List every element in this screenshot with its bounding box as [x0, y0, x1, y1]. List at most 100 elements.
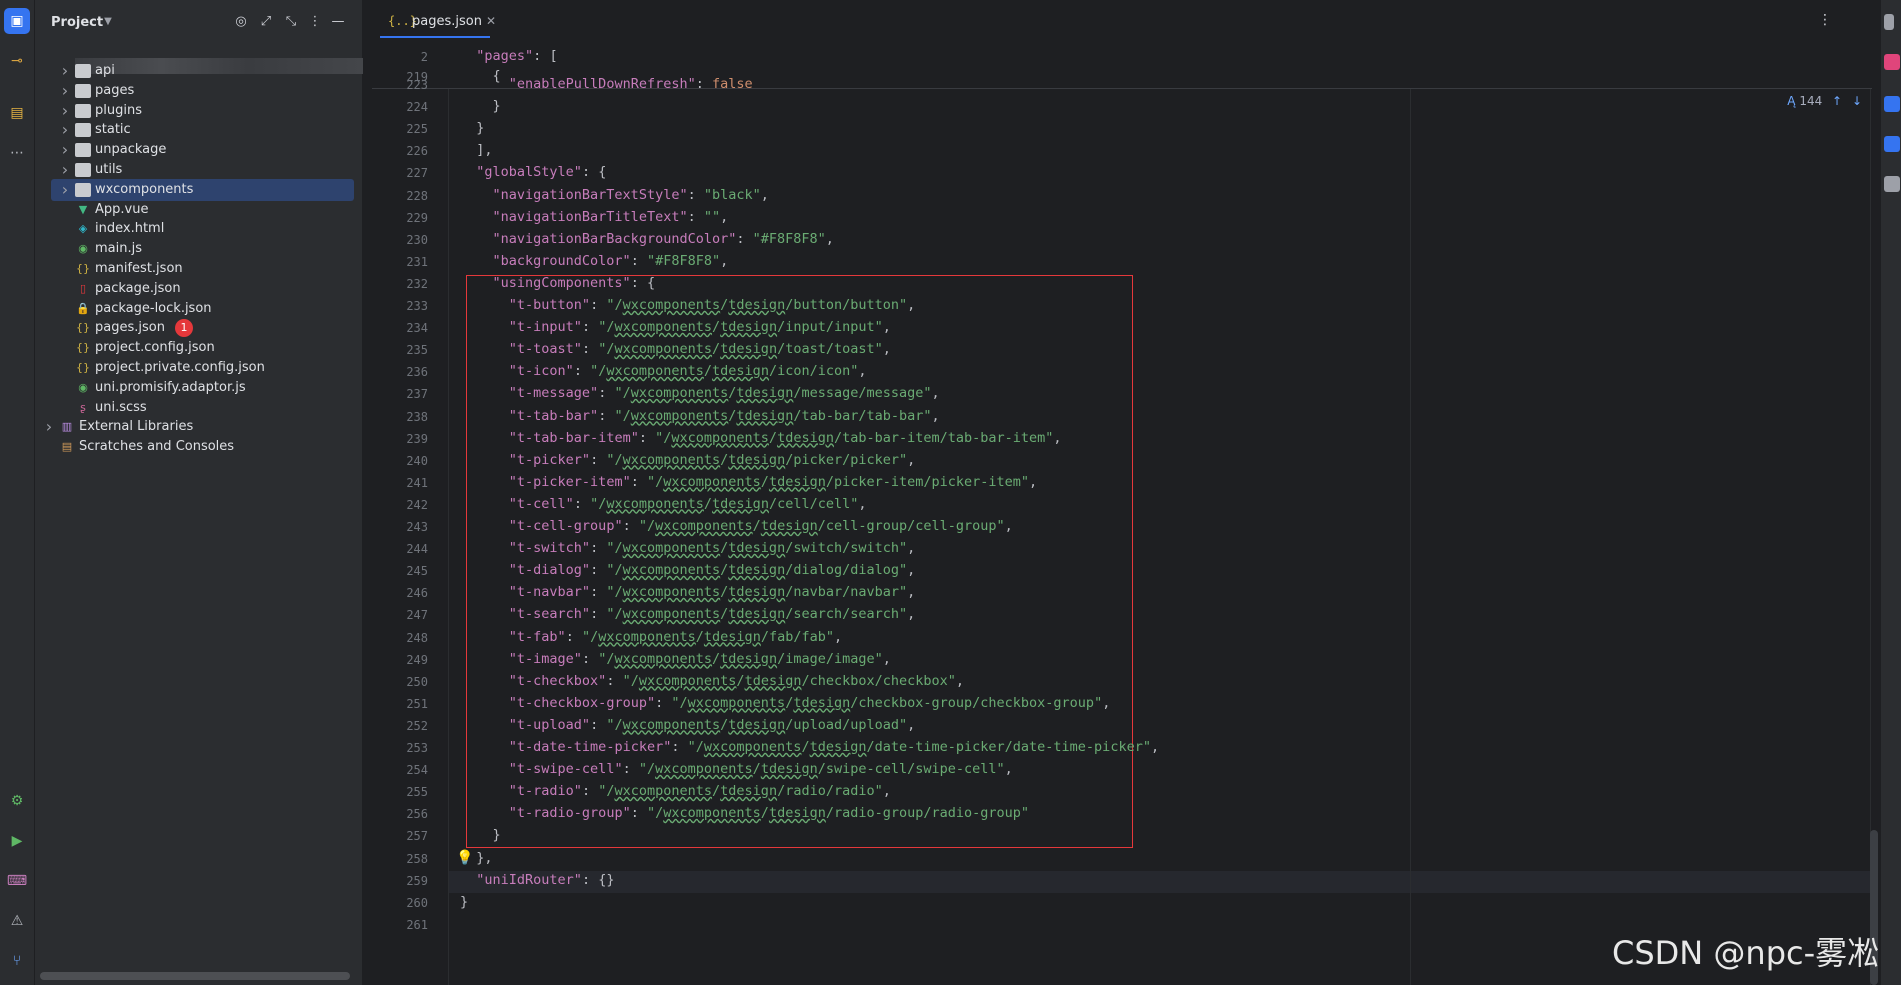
code-line[interactable]: "t-picker": "/wxcomponents/tdesign/picke…	[460, 452, 915, 468]
code-line[interactable]: "uniIdRouter": {}	[460, 872, 614, 888]
terminal-icon[interactable]: ⌨	[4, 868, 30, 894]
tree-item[interactable]: › plugins	[35, 100, 362, 122]
tree-item[interactable]: ▤ Scratches and Consoles	[35, 436, 362, 458]
code-line[interactable]: "t-date-time-picker": "/wxcomponents/tde…	[460, 739, 1159, 755]
code-line[interactable]: "t-dialog": "/wxcomponents/tdesign/dialo…	[460, 562, 915, 578]
code-line[interactable]: "navigationBarBackgroundColor": "#F8F8F8…	[460, 231, 834, 247]
tree-item[interactable]: {} manifest.json	[35, 258, 362, 280]
tab-active-indicator	[380, 36, 490, 38]
code-line[interactable]: "t-search": "/wxcomponents/tdesign/searc…	[460, 606, 915, 622]
collapse-all-icon[interactable]: ⤡	[282, 13, 300, 31]
inspection-widget[interactable]: Ą 144 ↑ ↓	[1787, 94, 1862, 108]
tab-options-icon[interactable]: ⋮	[1818, 12, 1832, 28]
chevron-down-icon[interactable]: ▼	[99, 13, 117, 31]
chevron-right-icon[interactable]: ›	[59, 80, 71, 102]
git-icon[interactable]: ⑂	[4, 948, 30, 974]
tool-icon-2[interactable]	[1884, 136, 1900, 152]
tree-item[interactable]: ◉ uni.promisify.adaptor.js	[35, 377, 362, 399]
code-line[interactable]: "t-cell-group": "/wxcomponents/tdesign/c…	[460, 518, 1013, 534]
tree-item[interactable]: {} project.private.config.json	[35, 357, 362, 379]
code-line[interactable]: "t-input": "/wxcomponents/tdesign/input/…	[460, 319, 891, 335]
tool-icon-1[interactable]	[1884, 96, 1900, 112]
tab-pages-json[interactable]: {..} pages.json ✕	[380, 6, 496, 38]
code-line[interactable]: "t-fab": "/wxcomponents/tdesign/fab/fab"…	[460, 629, 842, 645]
project-title[interactable]: Project	[51, 15, 103, 30]
code-line[interactable]: },	[460, 850, 492, 866]
structure-icon[interactable]: ▤	[4, 100, 30, 126]
sticky-code-line[interactable]: "pages": [	[460, 48, 557, 64]
code-line[interactable]: "t-button": "/wxcomponents/tdesign/butto…	[460, 297, 915, 313]
tree-item[interactable]: 🔒 package-lock.json	[35, 298, 362, 320]
locate-icon[interactable]: ◎	[232, 13, 250, 31]
chevron-right-icon[interactable]: ›	[59, 100, 71, 122]
code-line[interactable]: "t-swipe-cell": "/wxcomponents/tdesign/s…	[460, 761, 1013, 777]
settings-icon[interactable]: ⚙	[4, 788, 30, 814]
hide-icon[interactable]: —	[329, 13, 347, 31]
code-line[interactable]: "t-image": "/wxcomponents/tdesign/image/…	[460, 651, 891, 667]
tree-item[interactable]: › ▥ External Libraries	[35, 416, 362, 438]
code-line[interactable]: "t-radio-group": "/wxcomponents/tdesign/…	[460, 805, 1029, 821]
more-tools-icon[interactable]: ⋯	[4, 140, 30, 166]
tree-item[interactable]: ▼ App.vue	[35, 199, 362, 221]
notifications-icon[interactable]	[1884, 14, 1894, 30]
scratch-icon: ▤	[61, 440, 73, 454]
code-line[interactable]: "t-toast": "/wxcomponents/tdesign/toast/…	[460, 341, 891, 357]
code-line[interactable]: "enablePullDownRefresh": false	[460, 76, 753, 92]
tree-item[interactable]: › static	[35, 119, 362, 141]
code-line[interactable]: "t-tab-bar": "/wxcomponents/tdesign/tab-…	[460, 408, 940, 424]
tree-item[interactable]: › unpackage	[35, 139, 362, 161]
code-line[interactable]: "usingComponents": {	[460, 275, 656, 291]
tree-item[interactable]: ◉ main.js	[35, 238, 362, 260]
chevron-right-icon[interactable]: ›	[59, 179, 71, 201]
code-line[interactable]: "t-switch": "/wxcomponents/tdesign/switc…	[460, 540, 915, 556]
tree-item[interactable]: › wxcomponents	[51, 178, 354, 201]
tree-item[interactable]: ◈ index.html	[35, 218, 362, 240]
code-line[interactable]: "navigationBarTitleText": "",	[460, 209, 729, 225]
arrow-up-icon[interactable]: ↑	[1832, 94, 1842, 108]
code-line[interactable]: "t-checkbox": "/wxcomponents/tdesign/che…	[460, 673, 964, 689]
tool-icon-3[interactable]	[1884, 176, 1900, 192]
code-line[interactable]: "backgroundColor": "#F8F8F8",	[460, 253, 729, 269]
project-horizontal-scrollbar[interactable]	[40, 972, 350, 980]
chevron-right-icon[interactable]: ›	[59, 159, 71, 181]
code-line[interactable]: "t-radio": "/wxcomponents/tdesign/radio/…	[460, 783, 891, 799]
tree-item-label: Scratches and Consoles	[79, 439, 235, 455]
plugin-icon[interactable]	[1884, 54, 1900, 70]
code-line[interactable]: "t-message": "/wxcomponents/tdesign/mess…	[460, 385, 940, 401]
code-line[interactable]: }	[460, 827, 501, 843]
tree-item[interactable]: {} project.config.json	[35, 337, 362, 359]
commit-icon[interactable]: ⊸	[4, 48, 30, 74]
code-line[interactable]: "t-upload": "/wxcomponents/tdesign/uploa…	[460, 717, 915, 733]
code-line[interactable]: ],	[460, 142, 492, 158]
problems-icon[interactable]: ⚠	[4, 908, 30, 934]
options-icon[interactable]: ⋮	[306, 13, 324, 31]
tree-item[interactable]: › api	[35, 60, 362, 82]
chevron-right-icon[interactable]: ›	[59, 60, 71, 82]
code-line[interactable]: "globalStyle": {	[460, 164, 606, 180]
tree-item[interactable]: › utils	[35, 159, 362, 181]
run-icon[interactable]: ▶	[4, 828, 30, 854]
tree-item[interactable]: ▯ package.json	[35, 278, 362, 300]
tree-item-label: utils	[95, 162, 123, 177]
code-line[interactable]: }	[460, 98, 501, 114]
code-line[interactable]: }	[460, 894, 468, 910]
code-line[interactable]: "t-checkbox-group": "/wxcomponents/tdesi…	[460, 695, 1111, 711]
code-line[interactable]: "navigationBarTextStyle": "black",	[460, 187, 769, 203]
code-line[interactable]: "t-picker-item": "/wxcomponents/tdesign/…	[460, 474, 1037, 490]
code-line[interactable]: "t-icon": "/wxcomponents/tdesign/icon/ic…	[460, 363, 867, 379]
code-line[interactable]: "t-cell": "/wxcomponents/tdesign/cell/ce…	[460, 496, 867, 512]
project-tool-icon[interactable]: ▣	[4, 8, 30, 34]
library-icon: ▥	[61, 420, 73, 434]
chevron-right-icon[interactable]: ›	[43, 416, 55, 438]
chevron-right-icon[interactable]: ›	[59, 139, 71, 161]
code-line[interactable]: "t-navbar": "/wxcomponents/tdesign/navba…	[460, 584, 915, 600]
tree-item[interactable]: {} pages.json 1	[35, 317, 362, 339]
tree-item[interactable]: ʂ uni.scss	[35, 397, 362, 419]
close-icon[interactable]: ✕	[486, 14, 496, 28]
code-line[interactable]: }	[460, 120, 484, 136]
arrow-down-icon[interactable]: ↓	[1852, 94, 1862, 108]
chevron-right-icon[interactable]: ›	[59, 119, 71, 141]
tree-item[interactable]: › pages	[35, 80, 362, 102]
code-line[interactable]: "t-tab-bar-item": "/wxcomponents/tdesign…	[460, 430, 1062, 446]
expand-all-icon[interactable]: ⤢	[257, 13, 275, 31]
